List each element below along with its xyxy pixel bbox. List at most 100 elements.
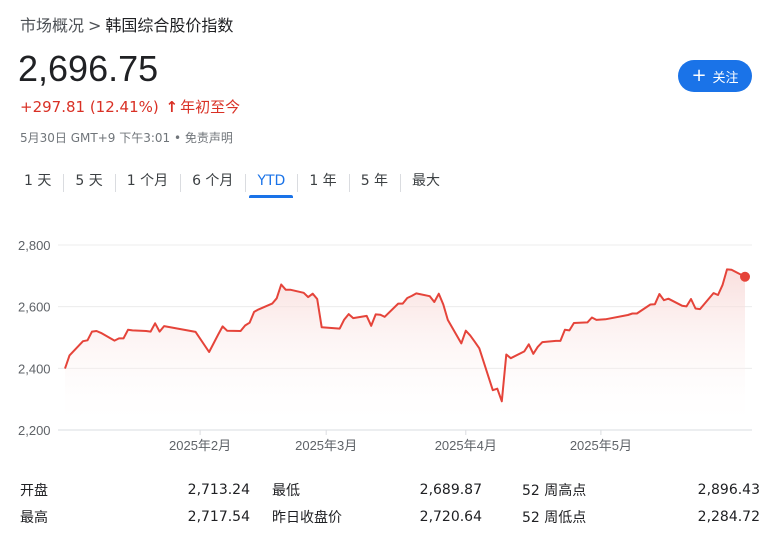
price-point [122,336,126,340]
tab-5-days[interactable]: 5 天 [63,168,114,198]
price-point [666,297,670,301]
y-tick-label: 2,400 [18,361,51,376]
tab-1-day[interactable]: 1 天 [12,168,63,198]
tab-1-year[interactable]: 1 年 [297,168,348,198]
tab-max[interactable]: 最大 [400,168,452,198]
price-point [95,329,99,333]
price-point [653,302,657,306]
price-point [572,321,576,325]
price-point [477,346,481,350]
price-point [648,303,652,307]
price-point [603,317,607,321]
price-point [275,296,279,300]
low-label: 最低 [272,482,300,499]
prev-close-value: 2,720.64 [419,508,482,525]
x-axis-labels: 2025年2月 2025年3月 2025年4月 2025年5月 [169,430,632,453]
last-price-marker [740,271,750,282]
price-point [694,307,698,311]
price-point [311,292,315,296]
price-point [81,339,85,343]
price-point [270,302,274,306]
plus-icon: + [691,65,707,86]
price-point [563,328,567,332]
price-point [712,291,716,295]
price-point [320,325,324,329]
price-point [437,292,441,296]
price-point [212,341,216,345]
price-point [63,367,67,371]
price-point [536,345,540,349]
price-point [284,288,288,292]
price-point [117,336,121,340]
quote-timestamp: 5月30日 GMT+9 下午3:01 • 免责声明 [20,131,233,145]
change-period: 年初至今 [180,98,241,116]
price-point [531,352,535,356]
y-tick-label: 2,200 [18,423,51,438]
price-point [306,295,310,299]
stats-row: 开盘 2,713.24 最低 2,689.87 52 周高点 2,896.43 [20,476,760,503]
x-tick-label: 2025年3月 [295,438,357,453]
price-point [279,283,283,287]
tab-5-years[interactable]: 5 年 [348,168,400,198]
price-point [730,268,734,272]
prev-close-label: 昨日收盘价 [272,509,342,526]
price-chart[interactable]: 2,2002,4002,6002,800 2025年2月 2025年3月 2025年… [0,225,776,460]
price-point [446,318,450,322]
price-point [401,302,405,306]
x-tick-label: 2025年5月 [570,438,632,453]
price-point [464,329,468,333]
price-point [657,292,661,296]
price-point [221,324,225,328]
price-point [491,388,495,392]
tab-6-months[interactable]: 6 个月 [180,168,245,198]
breadcrumb-market-overview-link[interactable]: 市场概况 [20,16,84,35]
high-label: 最高 [20,509,48,526]
open-label: 开盘 [20,482,48,499]
change-value: +297.81 (12.41%) [20,98,159,116]
y-axis-labels: 2,200 2,400 2,600 2,800 [18,238,51,438]
52wk-low-label: 52 周低点 [522,509,587,526]
price-point [432,300,436,304]
price-point [342,318,346,322]
price-point [662,298,666,302]
price-point [99,331,103,335]
index-price: 2,696.75 [18,48,159,89]
breadcrumb: 市场概况 > 韩国综合股价指数 [20,12,233,36]
price-point [302,291,306,295]
price-point [441,303,445,307]
price-point [365,314,369,318]
y-tick-label: 2,600 [18,300,51,315]
52wk-high-value: 2,896.43 [697,481,760,498]
price-point [590,316,594,320]
high-value: 2,717.54 [187,508,250,525]
time-range-tabs: 1 天 5 天 1 个月 6 个月 YTD 1 年 5 年 最大 [12,168,452,198]
x-tick-label: 2025年2月 [169,438,231,453]
x-tick-label: 2025年4月 [435,438,497,453]
price-point [500,399,504,403]
follow-button[interactable]: + 关注 [678,60,752,92]
price-point [410,294,414,298]
price-point [680,304,684,308]
tab-ytd[interactable]: YTD [245,168,297,198]
low-value: 2,689.87 [419,481,482,498]
price-point [248,321,252,325]
price-point [635,312,639,316]
price-point [509,356,513,360]
tab-1-month[interactable]: 1 个月 [114,168,180,198]
price-area-fill [65,269,745,430]
price-point [149,330,153,334]
price-point [405,296,409,300]
price-point [225,329,229,333]
price-point [504,353,508,357]
price-point [698,307,702,311]
price-point [351,316,355,320]
price-point [90,330,94,334]
price-point [721,283,725,287]
price-point [347,312,351,316]
price-point [207,350,211,354]
price-point [374,312,378,316]
price-point [522,349,526,353]
price-point [689,297,693,301]
price-point [468,334,472,338]
stats-row: 最高 2,717.54 昨日收盘价 2,720.64 52 周低点 2,284.… [20,503,760,530]
